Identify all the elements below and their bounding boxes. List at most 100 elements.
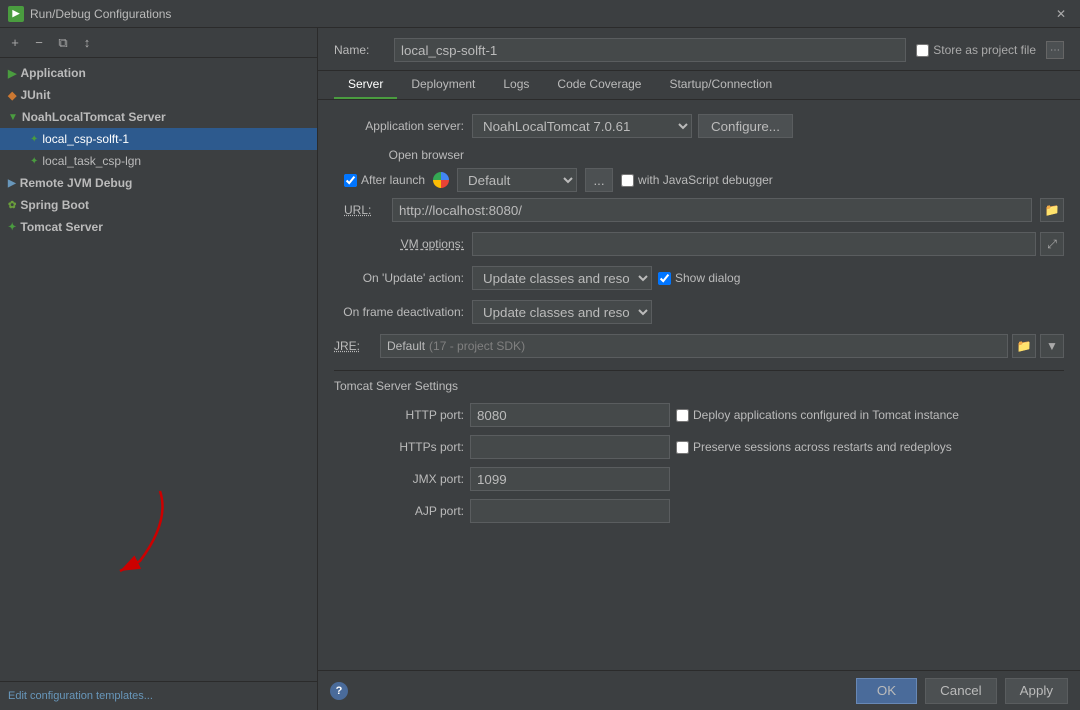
copy-config-button[interactable]: ⧉ — [52, 32, 74, 54]
config-tree: ▶ Application ◆ JUnit ▼ NoahLocalTomcat … — [0, 58, 317, 681]
name-input[interactable] — [394, 38, 906, 62]
app-server-controls: NoahLocalTomcat 7.0.61 Configure... — [472, 114, 1064, 138]
remove-config-button[interactable]: − — [28, 32, 50, 54]
left-panel: + − ⧉ ↕ ▶ Application ◆ JUnit ▼ NoahLoca… — [0, 28, 318, 710]
configure-button[interactable]: Configure... — [698, 114, 793, 138]
jmx-port-input[interactable] — [470, 467, 670, 491]
jmx-port-label: JMX port: — [334, 472, 464, 486]
http-port-input[interactable] — [470, 403, 670, 427]
tree-group-remote-jvm[interactable]: ▶ Remote JVM Debug — [0, 172, 317, 194]
jre-folder-button[interactable]: 📁 — [1012, 334, 1036, 358]
window-title: Run/Debug Configurations — [30, 7, 1044, 21]
after-launch-checkbox[interactable] — [344, 174, 357, 187]
tabs-bar: Server Deployment Logs Code Coverage Sta… — [318, 71, 1080, 100]
tree-item-local-task-csp-lgn[interactable]: ✦ local_task_csp-lgn — [0, 150, 317, 172]
tomcat-section-title: Tomcat Server Settings — [334, 379, 1064, 393]
ok-button[interactable]: OK — [856, 678, 917, 704]
preserve-sessions-text: Preserve sessions across restarts and re… — [693, 440, 952, 454]
url-label: URL: — [344, 203, 384, 217]
store-project-file-label: Store as project file — [933, 43, 1036, 57]
js-debugger-checkbox[interactable] — [621, 174, 634, 187]
url-row: URL: 📁 — [334, 198, 1064, 222]
after-launch-label: After launch — [361, 173, 425, 187]
jre-row: JRE: Default (17 - project SDK) 📁 ▼ — [334, 334, 1064, 358]
right-panel: Name: Store as project file ⋯ Server Dep… — [318, 28, 1080, 710]
open-browser-header-row: Open browser — [334, 148, 1064, 162]
browser-options-button[interactable]: ... — [585, 168, 613, 192]
vm-expand-button[interactable]: ⤢ — [1040, 232, 1064, 256]
cancel-button[interactable]: Cancel — [925, 678, 997, 704]
show-dialog-label[interactable]: Show dialog — [658, 271, 740, 285]
tree-group-noahlocaltomcat-label: NoahLocalTomcat Server — [22, 110, 166, 124]
tree-group-application[interactable]: ▶ Application — [0, 62, 317, 84]
junit-icon: ◆ — [8, 89, 16, 102]
ajp-port-input[interactable] — [470, 499, 670, 523]
tree-item-local-csp-solft-1-label: local_csp-solft-1 — [42, 132, 129, 146]
tree-group-spring-boot[interactable]: ✿ Spring Boot — [0, 194, 317, 216]
tree-group-application-label: Application — [20, 66, 85, 80]
tomcat-child-icon2: ✦ — [30, 156, 38, 167]
add-config-button[interactable]: + — [4, 32, 26, 54]
after-launch-checkbox-label[interactable]: After launch — [344, 173, 425, 187]
browser-row: After launch Default ... with JavaScript… — [334, 168, 1064, 192]
deploy-apps-label[interactable]: Deploy applications configured in Tomcat… — [676, 408, 1064, 422]
close-button[interactable]: ✕ — [1050, 5, 1072, 23]
on-update-select[interactable]: Update classes and resources — [472, 266, 652, 290]
sort-config-button[interactable]: ↕ — [76, 32, 98, 54]
main-layout: + − ⧉ ↕ ▶ Application ◆ JUnit ▼ NoahLoca… — [0, 28, 1080, 710]
preserve-sessions-checkbox[interactable] — [676, 441, 689, 454]
tree-group-noahlocaltomcat[interactable]: ▼ NoahLocalTomcat Server — [0, 106, 317, 128]
https-port-label: HTTPs port: — [334, 440, 464, 454]
divider-1 — [334, 370, 1064, 371]
bottom-bar: ? OK Cancel Apply — [318, 670, 1080, 710]
url-folder-button[interactable]: 📁 — [1040, 198, 1064, 222]
help-button[interactable]: ? — [330, 682, 348, 700]
vm-options-input[interactable] — [472, 232, 1036, 256]
tab-server[interactable]: Server — [334, 71, 397, 99]
name-field-label: Name: — [334, 43, 384, 57]
tree-group-junit[interactable]: ◆ JUnit — [0, 84, 317, 106]
tomcat-child-icon: ✦ — [30, 134, 38, 145]
tab-code-coverage[interactable]: Code Coverage — [543, 71, 655, 99]
tomcat2-icon: ✦ — [8, 222, 16, 233]
vm-options-controls: ⤢ — [472, 232, 1064, 256]
window-icon: ▶ — [8, 6, 24, 22]
deploy-apps-checkbox[interactable] — [676, 409, 689, 422]
on-frame-label: On frame deactivation: — [334, 305, 464, 319]
edit-templates-link[interactable]: Edit configuration templates... — [0, 681, 317, 710]
app-icon: ▶ — [8, 67, 16, 80]
vm-options-label: VM options: — [334, 237, 464, 251]
tree-item-local-csp-solft-1[interactable]: ✦ local_csp-solft-1 — [0, 128, 317, 150]
title-bar: ▶ Run/Debug Configurations ✕ — [0, 0, 1080, 28]
store-project-file-checkbox[interactable] — [916, 44, 929, 57]
on-frame-select[interactable]: Update classes and resources — [472, 300, 652, 324]
tree-group-remote-jvm-label: Remote JVM Debug — [20, 176, 133, 190]
preserve-sessions-label[interactable]: Preserve sessions across restarts and re… — [676, 440, 1064, 454]
js-debugger-text: with JavaScript debugger — [638, 173, 773, 187]
https-port-input[interactable] — [470, 435, 670, 459]
tab-logs[interactable]: Logs — [489, 71, 543, 99]
url-input[interactable] — [392, 198, 1032, 222]
app-server-label: Application server: — [334, 119, 464, 133]
tab-startup-connection[interactable]: Startup/Connection — [655, 71, 786, 99]
app-server-select[interactable]: NoahLocalTomcat 7.0.61 — [472, 114, 692, 138]
open-browser-section: Open browser After launch Default ... wi… — [334, 148, 1064, 222]
tree-group-spring-boot-label: Spring Boot — [20, 198, 89, 212]
on-update-row: On 'Update' action: Update classes and r… — [334, 266, 1064, 290]
tree-group-tomcat-server[interactable]: ✦ Tomcat Server — [0, 216, 317, 238]
jre-value-display: Default (17 - project SDK) — [380, 334, 1008, 358]
jre-sdk-text: (17 - project SDK) — [429, 339, 525, 353]
remote-icon: ▶ — [8, 178, 16, 189]
tab-deployment[interactable]: Deployment — [397, 71, 489, 99]
on-update-controls: Update classes and resources Show dialog — [472, 266, 1064, 290]
on-frame-row: On frame deactivation: Update classes an… — [334, 300, 1064, 324]
jre-dropdown-button[interactable]: ▼ — [1040, 334, 1064, 358]
browser-select[interactable]: Default — [457, 168, 577, 192]
browser-chrome-icon — [433, 172, 449, 188]
js-debugger-label[interactable]: with JavaScript debugger — [621, 173, 773, 187]
apply-button[interactable]: Apply — [1005, 678, 1068, 704]
show-dialog-checkbox[interactable] — [658, 272, 671, 285]
tree-group-tomcat-server-label: Tomcat Server — [20, 220, 102, 234]
port-settings-grid: HTTP port: Deploy applications configure… — [334, 403, 1064, 523]
store-options-button[interactable]: ⋯ — [1046, 41, 1064, 59]
